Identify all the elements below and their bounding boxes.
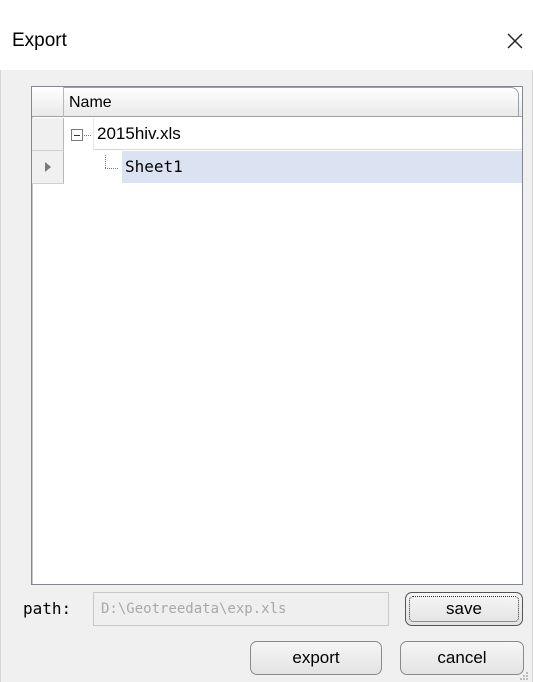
column-header-name[interactable]: Name xyxy=(64,87,519,117)
path-input[interactable] xyxy=(93,592,389,626)
cancel-button[interactable]: cancel xyxy=(400,641,524,675)
row-body: Sheet1 xyxy=(64,151,522,184)
close-button[interactable] xyxy=(500,24,530,58)
row-body: 2015hiv.xls xyxy=(64,118,522,151)
tree-connector xyxy=(105,155,106,168)
export-dialog: Export Name 2015hiv.xls Sheet1 path: D:\… xyxy=(0,0,533,682)
focus-rectangle xyxy=(409,596,519,622)
export-button-label: export xyxy=(292,648,340,667)
tree-grid[interactable]: Name 2015hiv.xls Sheet1 xyxy=(31,86,523,585)
tree-connector xyxy=(105,168,118,169)
row-indicator[interactable] xyxy=(32,151,64,184)
minus-icon xyxy=(74,134,80,136)
export-button[interactable]: export xyxy=(250,641,382,675)
tree-connector xyxy=(84,135,91,136)
window-title: Export xyxy=(12,30,67,51)
path-label: path: xyxy=(23,599,72,618)
title-bar: Export xyxy=(0,0,533,70)
cancel-button-label: cancel xyxy=(437,648,487,667)
tree-node-label[interactable]: Sheet1 xyxy=(122,151,522,183)
close-icon xyxy=(507,33,523,49)
save-button[interactable]: save xyxy=(405,592,523,626)
row-indicator[interactable] xyxy=(32,118,64,151)
header-corner xyxy=(32,87,64,117)
grid-header: Name xyxy=(32,87,522,117)
tree-node-label[interactable]: 2015hiv.xls xyxy=(93,118,522,150)
dialog-body: Name 2015hiv.xls Sheet1 path: D:\Geotree… xyxy=(0,70,533,682)
tree-row-sheet[interactable]: Sheet1 xyxy=(32,151,522,184)
collapse-toggle[interactable] xyxy=(71,129,83,141)
resize-grip-icon[interactable] xyxy=(520,672,528,680)
current-row-arrow-icon xyxy=(45,162,51,172)
tree-row-file[interactable]: 2015hiv.xls xyxy=(32,118,522,151)
